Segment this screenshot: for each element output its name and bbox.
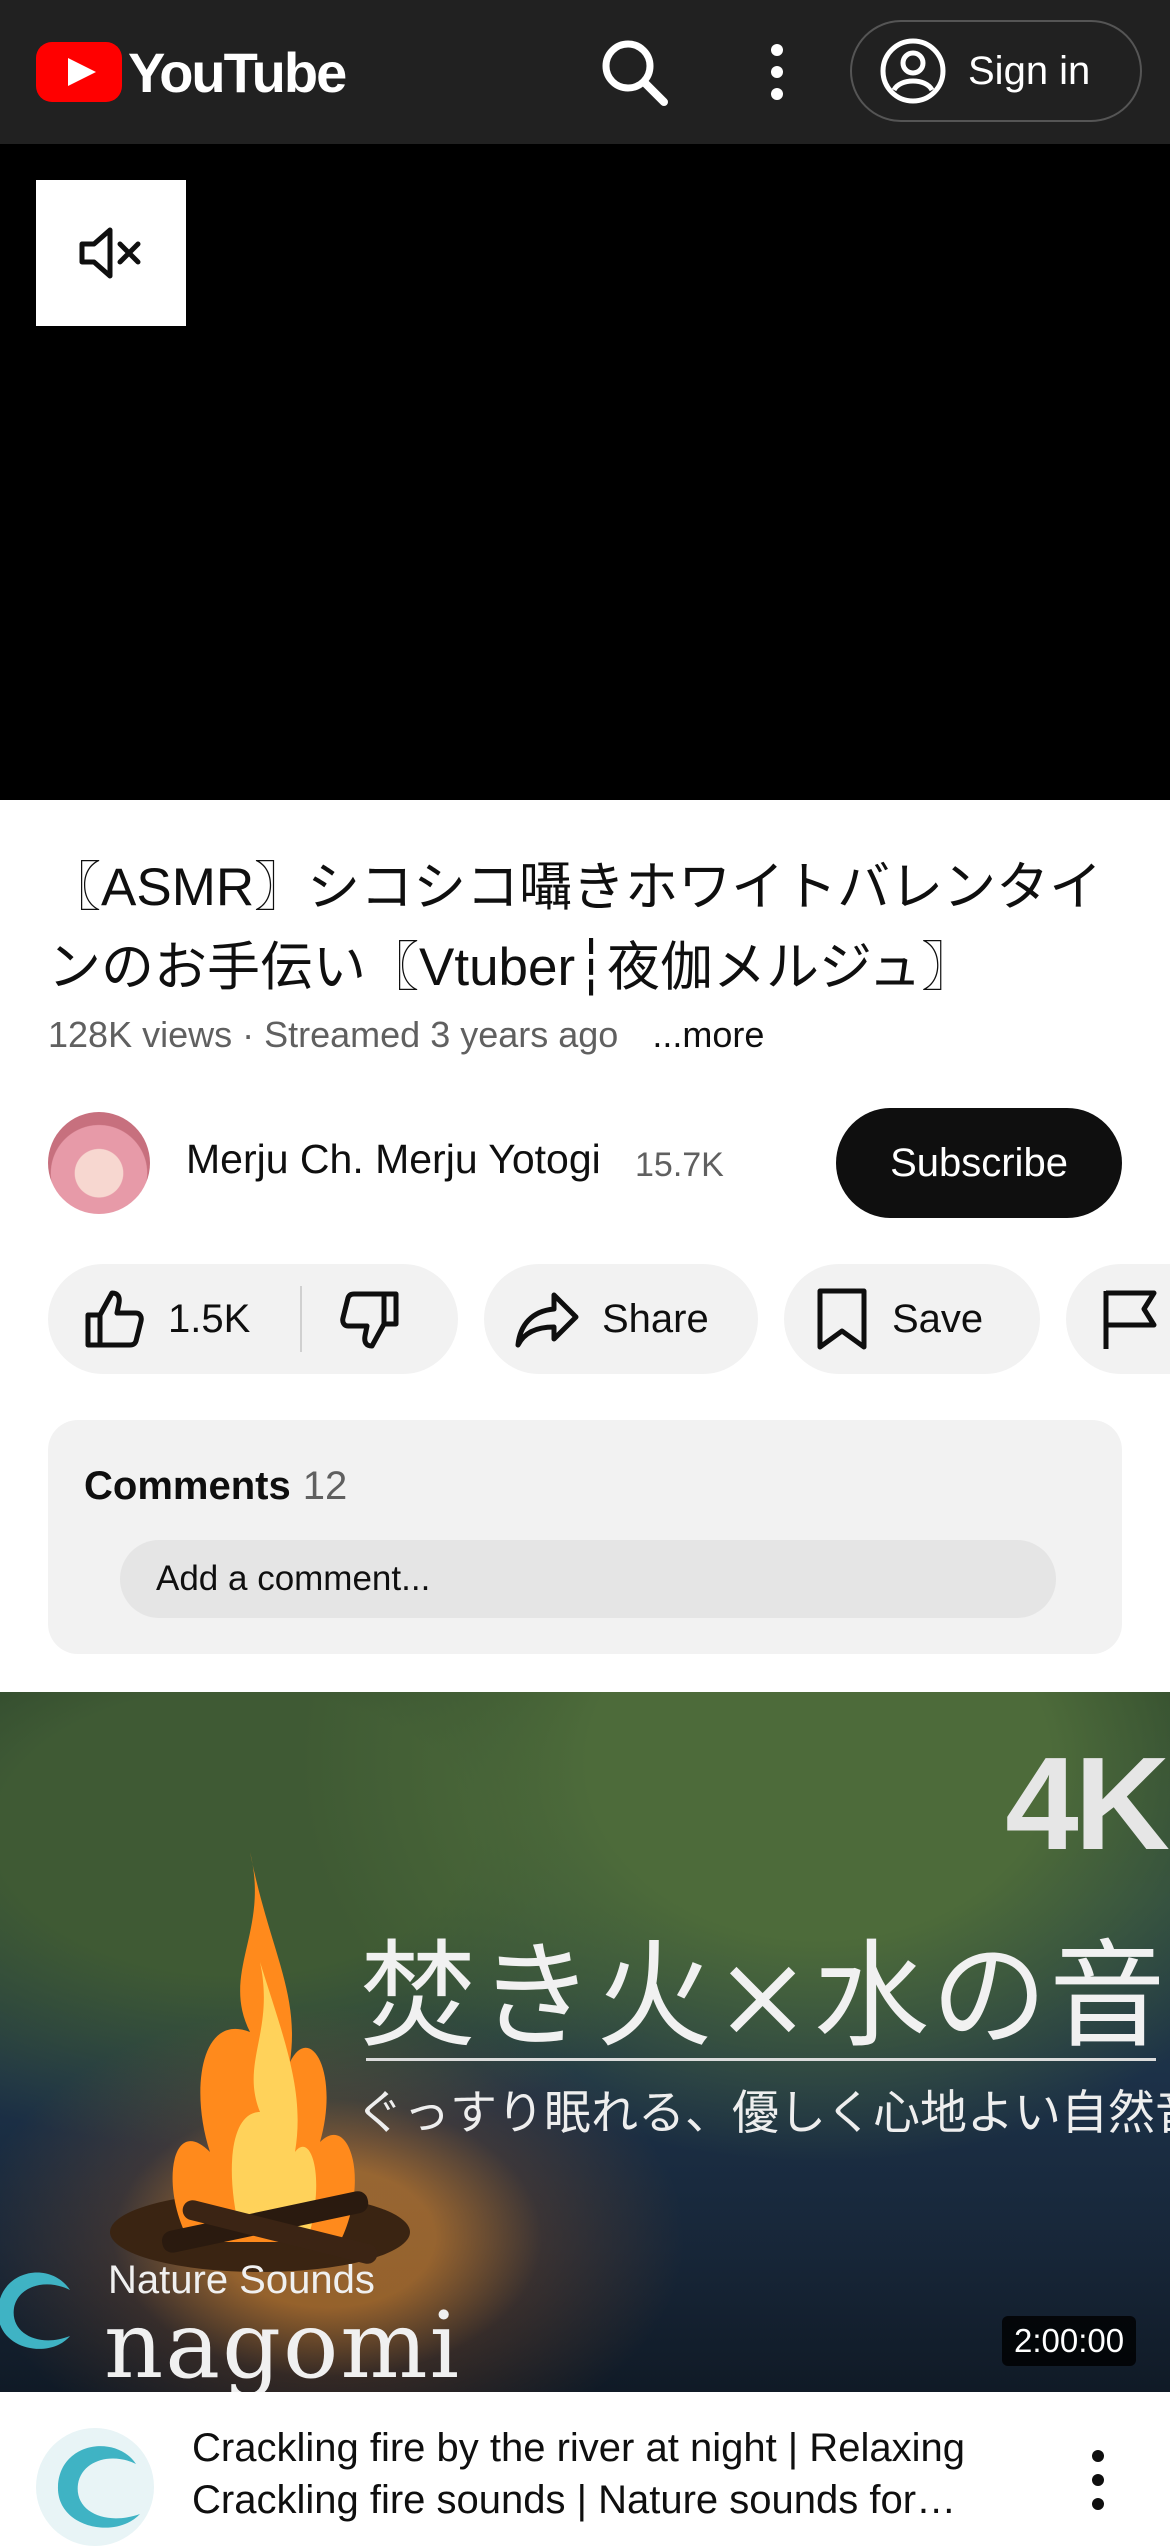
thumbnail-subtitle-text: ぐっすり眠れる、優しく心地よい自然音: [356, 2086, 1170, 2141]
like-count[interactable]: 1.5K: [168, 1297, 250, 1342]
thumbnail-badge-4k: 4K: [1005, 1730, 1170, 1877]
video-title[interactable]: 〖ASMR〗シコシコ囁きホワイトバレンタインのお手伝い〖Vtuber┆夜伽メルジ…: [48, 848, 1128, 1008]
subscribe-button[interactable]: Subscribe: [836, 1108, 1122, 1218]
thumbs-up-icon[interactable]: [82, 1287, 146, 1351]
view-count: 128K views: [48, 1014, 233, 1055]
channel-avatar[interactable]: [48, 1112, 150, 1214]
bookmark-icon: [817, 1288, 867, 1350]
search-icon[interactable]: [598, 36, 670, 108]
flag-icon: [1103, 1290, 1157, 1349]
thumbs-down-icon[interactable]: [338, 1288, 402, 1352]
like-divider: [300, 1286, 302, 1352]
comments-label: Comments: [84, 1464, 291, 1508]
more-link[interactable]: ...more: [652, 1014, 764, 1055]
youtube-play-icon: [36, 42, 122, 102]
more-vert-icon[interactable]: [1080, 2440, 1116, 2520]
save-button[interactable]: Save: [784, 1264, 1040, 1374]
recommended-video-title[interactable]: Crackling fire by the river at night | R…: [192, 2422, 1012, 2526]
video-duration-badge: 2:00:00: [1002, 2316, 1137, 2366]
share-button[interactable]: Share: [484, 1264, 758, 1374]
comments-panel[interactable]: Comments 12 Add a comment...: [48, 1420, 1122, 1654]
recommended-video-thumbnail[interactable]: 4K 焚き火×水の音 ぐっすり眠れる、優しく心地よい自然音 Nature Sou…: [0, 1692, 1170, 2392]
sign-in-button[interactable]: Sign in: [850, 20, 1142, 122]
account-circle-icon: [880, 38, 946, 104]
volume-muted-icon: [79, 227, 141, 279]
nagomi-wave-logo: [0, 2272, 70, 2349]
share-icon: [515, 1292, 579, 1348]
comments-header: Comments 12: [84, 1464, 347, 1509]
subscriber-count: 15.7K: [635, 1146, 724, 1184]
thumbnail-divider: [366, 2058, 1156, 2061]
top-app-bar: YouTube Sign in: [0, 0, 1170, 144]
save-label: Save: [892, 1296, 984, 1341]
channel-name[interactable]: Merju Ch. Merju Yotogi: [186, 1136, 601, 1183]
more-vert-icon[interactable]: [752, 36, 802, 108]
report-button[interactable]: [1066, 1264, 1170, 1374]
nagomi-avatar-logo: [57, 2446, 140, 2528]
logo-text: YouTube: [128, 40, 347, 104]
unmute-button[interactable]: [36, 180, 186, 326]
share-label: Share: [602, 1296, 709, 1341]
comments-count: 12: [302, 1464, 348, 1508]
sign-in-label: Sign in: [968, 48, 1091, 93]
video-meta[interactable]: 128K views · Streamed 3 years ago ...mor…: [48, 1014, 764, 1056]
youtube-logo[interactable]: YouTube: [36, 40, 347, 104]
stream-date: · Streamed 3 years ago: [242, 1014, 619, 1055]
like-dislike-group: 1.5K: [48, 1264, 458, 1374]
thumbnail-title-text: 焚き火×水の音: [360, 1929, 1168, 2064]
thumbnail-brand: nagomi: [104, 2292, 462, 2392]
add-comment-input[interactable]: Add a comment...: [120, 1540, 1056, 1618]
recommended-channel-avatar[interactable]: [36, 2428, 154, 2546]
